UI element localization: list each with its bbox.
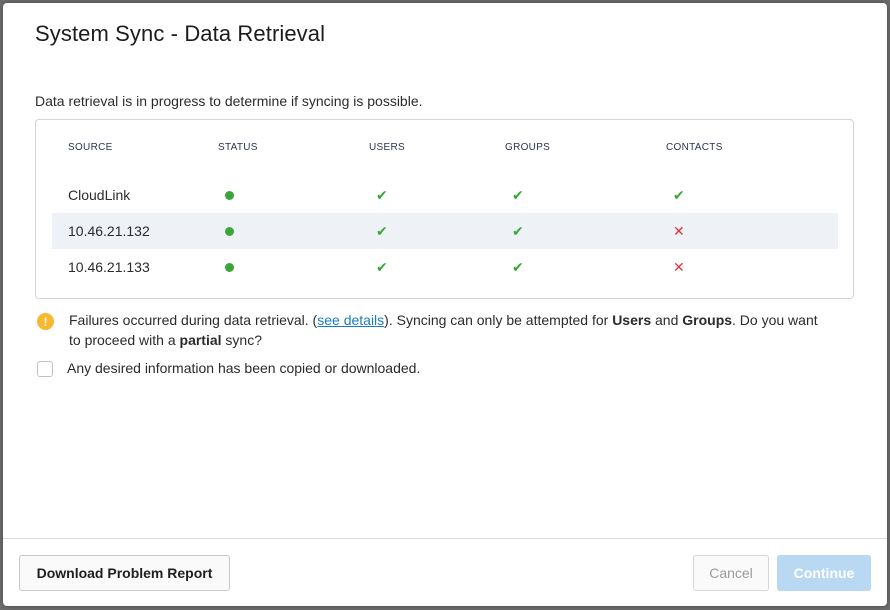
- status-ok-dot: [225, 226, 234, 236]
- column-header-status: STATUS: [218, 142, 258, 153]
- column-header-source: SOURCE: [68, 142, 113, 153]
- groups-result-icon: ✔: [512, 213, 524, 249]
- warning-text: Failures occurred during data retrieval.…: [69, 310, 829, 350]
- source-cell: 10.46.21.132: [68, 223, 150, 239]
- status-dot-icon: [225, 249, 234, 285]
- table-row: CloudLink ✔ ✔ ✔: [52, 177, 838, 213]
- continue-button[interactable]: Continue: [777, 555, 871, 591]
- source-cell: CloudLink: [68, 187, 131, 203]
- contacts-result-icon: ✕: [673, 213, 685, 249]
- checkmark-icon: ✔: [512, 259, 524, 275]
- column-header-contacts: CONTACTS: [666, 142, 723, 153]
- table-row: 10.46.21.133 ✔ ✔ ✕: [52, 249, 838, 285]
- checkmark-icon: ✔: [673, 187, 685, 203]
- groups-result-icon: ✔: [512, 177, 524, 213]
- warning-text-part: Failures occurred during data retrieval.…: [69, 312, 318, 328]
- users-result-icon: ✔: [376, 177, 388, 213]
- status-ok-dot: [225, 262, 234, 272]
- contacts-result-icon: ✔: [673, 177, 685, 213]
- status-ok-dot: [225, 190, 234, 200]
- table-header: SOURCE STATUS USERS GROUPS CONTACTS: [52, 142, 838, 156]
- cross-icon: ✕: [673, 259, 685, 275]
- footer-divider: [3, 538, 887, 539]
- column-header-users: USERS: [369, 142, 405, 153]
- see-details-link[interactable]: see details: [317, 312, 384, 328]
- exclamation-icon: !: [37, 313, 54, 330]
- warning-text-part: and: [651, 312, 683, 328]
- cross-icon: ✕: [673, 223, 685, 239]
- dialog-title: System Sync - Data Retrieval: [35, 21, 326, 46]
- groups-result-icon: ✔: [512, 249, 524, 285]
- users-result-icon: ✔: [376, 249, 388, 285]
- groups-emphasis: Groups: [682, 312, 733, 328]
- table-row: 10.46.21.132 ✔ ✔ ✕: [52, 213, 838, 249]
- checkmark-icon: ✔: [512, 187, 524, 203]
- sync-dialog: System Sync - Data Retrieval Data retrie…: [3, 3, 887, 606]
- warning-text-part: sync?: [221, 332, 262, 348]
- checkmark-icon: ✔: [376, 187, 388, 203]
- contacts-result-icon: ✕: [673, 249, 685, 285]
- partial-emphasis: partial: [179, 332, 222, 348]
- download-problem-report-button[interactable]: Download Problem Report: [19, 555, 230, 591]
- source-cell: 10.46.21.133: [68, 259, 150, 275]
- checkmark-icon: ✔: [376, 259, 388, 275]
- status-dot-icon: [225, 177, 234, 213]
- column-header-groups: GROUPS: [505, 142, 551, 153]
- users-emphasis: Users: [612, 312, 652, 328]
- sources-table: SOURCE STATUS USERS GROUPS CONTACTS Clou…: [35, 119, 854, 299]
- checkmark-icon: ✔: [376, 223, 388, 239]
- intro-text: Data retrieval is in progress to determi…: [35, 93, 423, 109]
- cancel-button[interactable]: Cancel: [693, 555, 769, 591]
- confirm-label[interactable]: Any desired information has been copied …: [67, 360, 420, 376]
- status-dot-icon: [225, 213, 234, 249]
- users-result-icon: ✔: [376, 213, 388, 249]
- warning-text-part: ). Syncing can only be attempted for: [384, 312, 613, 328]
- confirm-checkbox[interactable]: [37, 361, 53, 377]
- checkmark-icon: ✔: [512, 223, 524, 239]
